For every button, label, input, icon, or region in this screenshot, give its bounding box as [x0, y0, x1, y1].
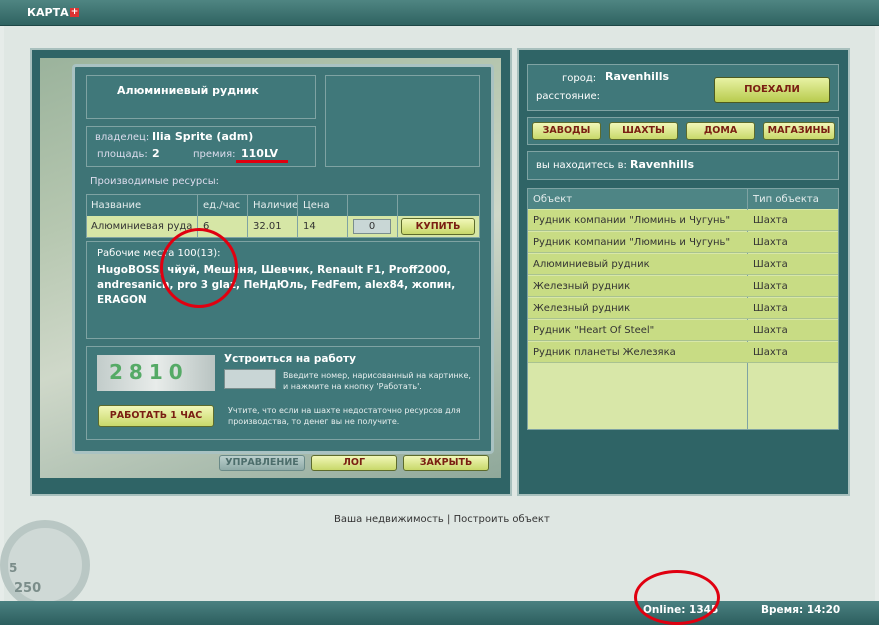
object-name[interactable]: Железный рудник [533, 281, 630, 292]
online-annotation-circle [634, 570, 720, 625]
object-name[interactable]: Железный рудник [533, 303, 630, 314]
captcha-image: 2810 [97, 355, 215, 391]
resources-title: Производимые ресурсы: [90, 176, 220, 187]
building-name-box: Алюминиевый рудник [86, 75, 316, 119]
object-type: Шахта [753, 215, 788, 226]
location-label: вы находитесь в: [536, 160, 627, 171]
object-row[interactable]: Рудник компании "Люминь и Чугунь" Шахта [528, 232, 838, 253]
tab-shops[interactable]: МАГАЗИНЫ [763, 122, 835, 140]
resources-col-price: Цена [303, 200, 330, 211]
captcha-input[interactable] [224, 369, 276, 389]
objects-header: Объект Тип объекта [528, 189, 838, 209]
building-image-box [325, 75, 480, 167]
resource-name: Алюминиевая руда [91, 221, 193, 232]
workers-box: Рабочие места 100(13): HugoBOSS, чйуй, М… [86, 241, 480, 339]
objects-col-name: Объект [533, 194, 573, 205]
resources-col-stock: Наличие [253, 200, 299, 211]
object-row[interactable]: Рудник компании "Люминь и Чугунь" Шахта [528, 210, 838, 231]
object-row[interactable]: Рудник планеты Железяка Шахта [528, 342, 838, 363]
server-time: Время: 14:20 [761, 604, 841, 616]
area-label: площадь: [97, 149, 148, 160]
go-button[interactable]: ПОЕХАЛИ [714, 77, 830, 103]
object-type: Шахта [753, 281, 788, 292]
resource-price: 14 [303, 221, 316, 232]
object-type: Шахта [753, 325, 788, 336]
category-tabs: ЗАВОДЫ ШАХТЫ ДОМА МАГАЗИНЫ [527, 117, 839, 145]
log-button[interactable]: ЛОГ [311, 455, 397, 471]
object-name[interactable]: Рудник "Heart Of Steel" [533, 325, 654, 336]
travel-box: город: Ravenhills расстояние: ПОЕХАЛИ [527, 64, 839, 111]
object-row[interactable]: Железный рудник Шахта [528, 276, 838, 297]
object-type: Шахта [753, 303, 788, 314]
resource-stock: 32.01 [253, 221, 282, 232]
top-bar [0, 0, 879, 26]
manage-button[interactable]: УПРАВЛЕНИЕ [219, 455, 305, 471]
object-type: Шахта [753, 237, 788, 248]
object-row[interactable]: Рудник "Heart Of Steel" Шахта [528, 320, 838, 341]
link-separator: | [447, 514, 451, 525]
city-label: город: [562, 73, 597, 84]
object-row[interactable]: Алюминиевый рудник Шахта [528, 254, 838, 275]
bonus-label: премия: [193, 149, 236, 160]
footer-links: Ваша недвижимость | Построить объект [334, 514, 550, 525]
job-warning: Учтите, что если на шахте недостаточно р… [228, 406, 461, 426]
resources-col-per-hour: ед./час [203, 200, 241, 211]
object-type: Шахта [753, 259, 788, 270]
owner-value[interactable]: Ilia Sprite (adm) [152, 130, 253, 143]
buy-quantity-input[interactable]: 0 [353, 219, 391, 234]
object-type: Шахта [753, 347, 788, 358]
tab-mines[interactable]: ШАХТЫ [609, 122, 678, 140]
objects-col-type: Тип объекта [753, 194, 819, 205]
owner-label: владелец: [95, 132, 150, 143]
buy-button[interactable]: КУПИТЬ [401, 218, 475, 235]
object-row[interactable]: Железный рудник Шахта [528, 298, 838, 319]
resources-row: Алюминиевая руда 6 32.01 14 0 КУПИТЬ [87, 216, 479, 237]
object-name[interactable]: Алюминиевый рудник [533, 259, 650, 270]
realty-link[interactable]: Ваша недвижимость [334, 514, 444, 525]
location-city: Ravenhills [630, 158, 695, 171]
building-name: Алюминиевый рудник [117, 84, 259, 97]
workers-annotation-circle [160, 228, 238, 308]
distance-label: расстояние: [536, 91, 600, 102]
map-title[interactable]: КАРТА [27, 6, 69, 19]
object-name[interactable]: Рудник компании "Люминь и Чугунь" [533, 215, 730, 226]
speedometer-mark-a: 5 [9, 561, 18, 575]
build-object-link[interactable]: Построить объект [454, 514, 550, 525]
tab-factories[interactable]: ЗАВОДЫ [532, 122, 601, 140]
tab-houses[interactable]: ДОМА [686, 122, 755, 140]
bonus-value: 110LV [241, 147, 278, 160]
job-title: Устроиться на работу [224, 353, 356, 365]
job-box: 2810 Устроиться на работу Введите номер,… [86, 346, 480, 440]
object-name[interactable]: Рудник компании "Люминь и Чугунь" [533, 237, 730, 248]
status-bar [0, 601, 879, 625]
close-button[interactable]: ЗАКРЫТЬ [403, 455, 489, 471]
work-one-hour-button[interactable]: РАБОТАТЬ 1 ЧАС [98, 405, 214, 427]
objects-table: Объект Тип объекта Рудник компании "Люми… [527, 188, 839, 430]
map-expand-icon[interactable]: + [70, 8, 79, 17]
resources-table: Название ед./час Наличие Цена Алюминиева… [86, 194, 480, 238]
area-value: 2 [152, 147, 160, 160]
speedometer-mark-b: 250 [14, 581, 42, 596]
bonus-underline-annotation [236, 160, 288, 163]
location-box: вы находитесь в: Ravenhills [527, 151, 839, 180]
workers-list: HugoBOSS, чйуй, Мешаня, Шевчик, Renault … [97, 264, 456, 306]
captcha-hint: Введите номер, нарисованный на картинке,… [283, 371, 471, 391]
object-name[interactable]: Рудник планеты Железяка [533, 347, 676, 358]
resources-col-name: Название [91, 200, 142, 211]
city-value: Ravenhills [605, 70, 670, 83]
